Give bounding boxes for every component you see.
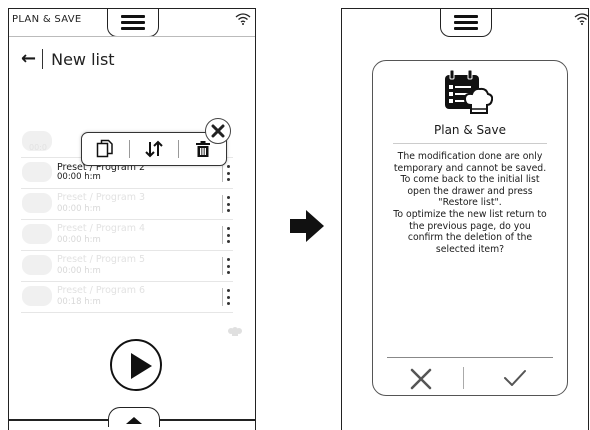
- close-toolbar-button[interactable]: [205, 118, 231, 144]
- drawer-handle[interactable]: [108, 407, 160, 427]
- kebab-separator: [222, 226, 223, 244]
- list-title: New list: [51, 49, 115, 69]
- play-button[interactable]: [110, 339, 162, 391]
- dialog-actions-divider: [387, 357, 553, 358]
- kebab-menu-icon[interactable]: [227, 196, 231, 212]
- program-thumbnail: [22, 193, 52, 213]
- menu-button[interactable]: [440, 9, 492, 37]
- menu-button[interactable]: [107, 9, 159, 37]
- program-name: Preset / Program 4: [57, 223, 146, 234]
- program-time: 00:00 h:m: [57, 172, 101, 182]
- program-time: 00:18 h:m: [57, 297, 101, 307]
- list-item[interactable]: Preset / Program 3 00:00 h:m: [21, 189, 233, 220]
- wifi-icon: [574, 13, 588, 25]
- chef-hat-faint-icon: [228, 327, 242, 336]
- kebab-menu-icon[interactable]: [227, 258, 231, 274]
- kebab-separator: [222, 288, 223, 306]
- confirm-button[interactable]: [503, 368, 527, 388]
- program-thumbnail: [22, 162, 52, 182]
- brand-label: PLAN & SAVE: [12, 14, 82, 25]
- top-bar: PLAN & SAVE: [9, 9, 255, 37]
- toolbar-separator: [129, 140, 131, 158]
- program-name: Preset / Program 5: [57, 254, 146, 265]
- sort-arrows-icon: [145, 140, 163, 158]
- confirm-dialog: Plan & Save The modification done are on…: [372, 60, 568, 396]
- program-thumbnail: [22, 286, 52, 306]
- program-thumbnail: [22, 224, 52, 244]
- right-screen: Plan & Save The modification done are on…: [341, 8, 589, 430]
- chevron-up-icon: [126, 417, 142, 424]
- cancel-button[interactable]: [409, 367, 433, 391]
- dialog-title: Plan & Save: [434, 123, 506, 137]
- left-screen: PLAN & SAVE ← New list 00:0 Preset / Pro…: [8, 8, 256, 430]
- program-time-faint: 00:0: [29, 143, 47, 152]
- toolbar-separator: [177, 140, 179, 158]
- hamburger-icon: [121, 15, 145, 30]
- kebab-menu-icon[interactable]: [227, 227, 231, 243]
- trash-icon: [195, 141, 210, 157]
- item-action-toolbar: [81, 132, 227, 166]
- program-time: 00:00 h:m: [57, 266, 101, 276]
- program-name: Preset / Program 3: [57, 192, 146, 203]
- kebab-menu-icon[interactable]: [227, 165, 231, 181]
- dialog-actions-separator: [463, 367, 464, 389]
- top-bar: [342, 9, 588, 37]
- list-item[interactable]: Preset / Program 6 00:18 h:m: [21, 282, 233, 313]
- back-separator: [42, 49, 44, 69]
- copy-button[interactable]: [90, 136, 120, 162]
- back-arrow-icon[interactable]: ←: [21, 50, 36, 68]
- list-item[interactable]: Preset / Program 5 00:00 h:m: [21, 251, 233, 282]
- copy-icon: [97, 139, 114, 158]
- kebab-separator: [222, 195, 223, 213]
- close-icon: [211, 124, 225, 138]
- hamburger-icon: [454, 15, 478, 30]
- sort-button[interactable]: [139, 136, 169, 162]
- kebab-separator: [222, 164, 223, 182]
- program-time: 00:00 h:m: [57, 235, 101, 245]
- header-divider: [9, 36, 255, 37]
- back-row: ← New list: [21, 47, 115, 71]
- dialog-message: The modification done are only temporary…: [393, 151, 547, 255]
- wifi-icon: [235, 13, 251, 25]
- program-thumbnail: [22, 255, 52, 275]
- program-time: 00:00 h:m: [57, 204, 101, 214]
- play-icon: [131, 353, 152, 379]
- planner-chef-hat-icon: [445, 69, 493, 114]
- transition-arrow-icon: [290, 210, 324, 242]
- kebab-menu-icon[interactable]: [227, 289, 231, 305]
- program-name: Preset / Program 6: [57, 285, 146, 296]
- dialog-title-divider: [393, 143, 547, 144]
- kebab-separator: [222, 257, 223, 275]
- list-item[interactable]: Preset / Program 4 00:00 h:m: [21, 220, 233, 251]
